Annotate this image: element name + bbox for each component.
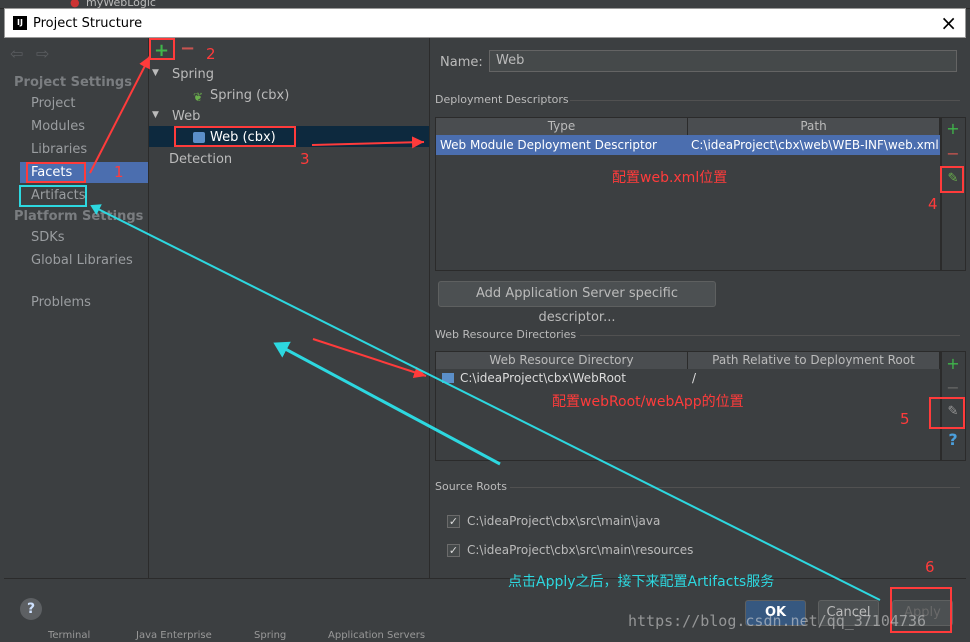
arrow-3: [311, 136, 425, 149]
facets-highlight-box: [26, 162, 86, 183]
annotation-number: 6: [925, 558, 935, 576]
webroot-annotation: 配置webRoot/webApp的位置: [552, 394, 744, 410]
annotation-number: 5: [900, 410, 910, 428]
artifacts-arrow-bold: [273, 341, 501, 466]
annotation-overlay: [19, 38, 965, 633]
arrow-1: [89, 55, 151, 174]
annotation-number: 2: [206, 45, 216, 63]
watermark: https://blog.csdn.net/qq_37104736: [628, 612, 927, 630]
annotation-number: 3: [300, 150, 310, 168]
artifacts-arrow: [90, 204, 881, 601]
web-cbx-highlight-box: [174, 126, 296, 147]
edit-resource-highlight-box: [929, 397, 965, 429]
apply-annotation: 点击Apply之后，接下来配置Artifacts服务: [508, 574, 775, 590]
artifacts-highlight-box: [19, 185, 87, 207]
webxml-annotation: 配置web.xml位置: [612, 170, 728, 186]
edit-icon-highlight-box: [940, 166, 964, 193]
add-button-highlight-box: [149, 38, 175, 60]
annotation-number: 1: [114, 163, 124, 181]
annotation-number: 4: [928, 195, 938, 213]
